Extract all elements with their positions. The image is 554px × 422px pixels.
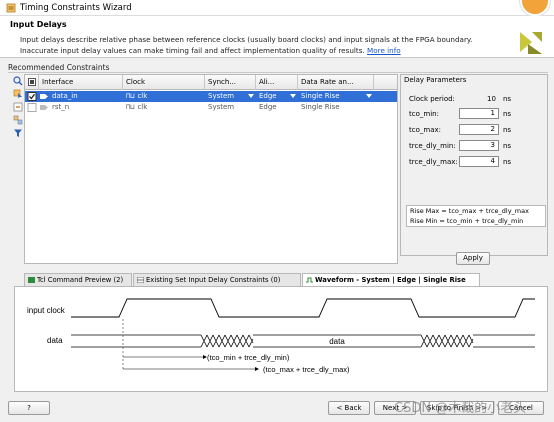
column-align[interactable]: Ali... [256,75,298,90]
tab-tcl-preview[interactable]: Tcl Command Preview (2) [24,273,132,286]
chevron-down-icon [248,94,254,98]
trce-dly-min-unit: ns [503,142,512,150]
table-icon [137,277,144,283]
rate-value: Single Rise [301,92,340,100]
delay-parameters-panel: Delay Parameters Clock period: 10 ns tco… [400,74,548,256]
column-interface[interactable]: Interface [39,75,123,90]
tco-min-field[interactable]: 1 [459,108,499,119]
cell-align[interactable]: Edge [256,102,298,113]
column-data-rate[interactable]: Data Rate an... [298,75,374,90]
tcl-icon [28,277,35,283]
trce-dly-min-field[interactable]: 3 [459,140,499,151]
port-icon [40,105,48,110]
cell-clock: ⊓⊔ clk [123,102,205,113]
bottom-tabs: Tcl Command Preview (2) Existing Set Inp… [16,273,546,286]
cell-clock: ⊓⊔ clk [123,91,205,102]
port-icon [40,94,48,99]
more-info-link[interactable]: More info [367,46,401,55]
table-row[interactable]: data_in ⊓⊔ clk System Edge Single Rise [25,91,397,102]
min-delay-annotation: (tco_min + trce_dly_min) [207,353,290,362]
tco-max-unit: ns [503,126,512,134]
back-button[interactable]: < Back [328,401,370,415]
trce-dly-max-unit: ns [503,158,512,166]
apply-button[interactable]: Apply [456,252,490,265]
tab-label: Tcl Command Preview (2) [37,276,124,284]
waveform-diagram: input clock data data (tco_min + trce_dl [27,298,535,374]
tab-waveform[interactable]: Waveform - System | Edge | Single Rise [302,273,480,286]
trce-dly-max-label: trce_dly_max: [409,158,458,166]
close-button[interactable] [520,0,550,16]
tco-min-label: tco_min: [409,110,439,118]
table-header: Interface Clock Synch... Ali... Data Rat… [25,75,397,90]
data-value-text: data [329,337,345,346]
max-delay-arrow [123,367,259,371]
window-title: Timing Constraints Wizard [20,3,132,13]
wizard-icon [6,3,16,13]
chevron-down-icon [290,94,296,98]
tab-label: Existing Set Input Delay Constraints (0) [146,276,281,284]
select-all-checkbox[interactable] [25,75,39,90]
watermark: CSDN @木哉的小老头 [394,401,527,416]
help-button[interactable]: ? [8,401,50,415]
trce-dly-min-label: trce_dly_min: [409,142,456,150]
row-checkbox[interactable] [27,92,37,101]
recommended-constraints-label: Recommended Constraints [8,63,110,72]
tco-min-unit: ns [503,110,512,118]
max-delay-annotation: (tco_max + trce_dly_max) [263,365,350,374]
formula-box: Rise Max = tco_max + trce_dly_max Rise M… [406,205,546,227]
data-waveform [71,334,535,348]
clock-label: input clock [27,306,66,315]
waveform-panel: input clock data data (tco_min + trce_dl [14,286,548,392]
column-clock[interactable]: Clock [123,75,205,90]
filter-icon[interactable] [13,128,23,138]
collapse-icon[interactable] [13,102,23,112]
expand-icon[interactable] [13,115,23,125]
clock-icon: ⊓⊔ [126,92,135,100]
vivado-logo-icon [520,32,542,54]
tco-max-field[interactable]: 2 [459,124,499,135]
trce-dly-max-field[interactable]: 4 [459,156,499,167]
select-icon[interactable] [13,89,23,99]
cell-clock-name: clk [137,103,148,111]
cell-data-rate[interactable]: Single Rise [298,102,374,113]
tab-existing-constraints[interactable]: Existing Set Input Delay Constraints (0) [133,273,301,286]
cell-synch[interactable]: System [205,91,256,102]
cell-synch[interactable]: System [205,102,256,113]
clock-period-unit: ns [503,95,512,103]
column-synch[interactable]: Synch... [205,75,256,90]
clock-period-value: 10 [487,95,496,103]
cell-data-rate[interactable]: Single Rise [298,91,374,102]
min-delay-arrow [123,355,207,359]
search-icon[interactable] [13,76,23,86]
delay-parameters-title: Delay Parameters [404,76,467,84]
tab-label: Waveform - System | Edge | Single Rise [315,276,466,284]
page-title: Input Delays [10,20,67,29]
align-value: Edge [259,92,277,100]
wizard-header: Input Delays Input delays describe relat… [0,16,554,58]
cell-align[interactable]: Edge [256,91,298,102]
page-description: Input delays describe relative phase bet… [20,34,510,56]
checkbox-icon [28,78,36,86]
table-row[interactable]: rst_n ⊓⊔ clk System Edge Single Rise [25,102,397,113]
row-checkbox[interactable] [27,103,37,112]
formula-max: Rise Max = tco_max + trce_dly_max [410,207,529,215]
title-bar: Timing Constraints Wizard [0,0,554,16]
section-divider [8,72,548,73]
formula-min: Rise Min = tco_min + trce_dly_min [410,217,524,225]
waveform-icon [306,277,313,283]
tco-max-label: tco_max: [409,126,441,134]
data-label: data [47,336,63,345]
description-text: Input delays describe relative phase bet… [20,35,473,55]
constraints-table: Interface Clock Synch... Ali... Data Rat… [24,74,398,264]
clock-waveform [71,298,535,318]
cell-interface: data_in [52,92,78,100]
chevron-down-icon [366,94,372,98]
cell-clock-name: clk [137,92,148,100]
clock-icon: ⊓⊔ [126,103,135,111]
clock-period-label: Clock period: [409,95,455,103]
cell-interface: rst_n [52,103,70,111]
synch-value: System [208,92,235,100]
